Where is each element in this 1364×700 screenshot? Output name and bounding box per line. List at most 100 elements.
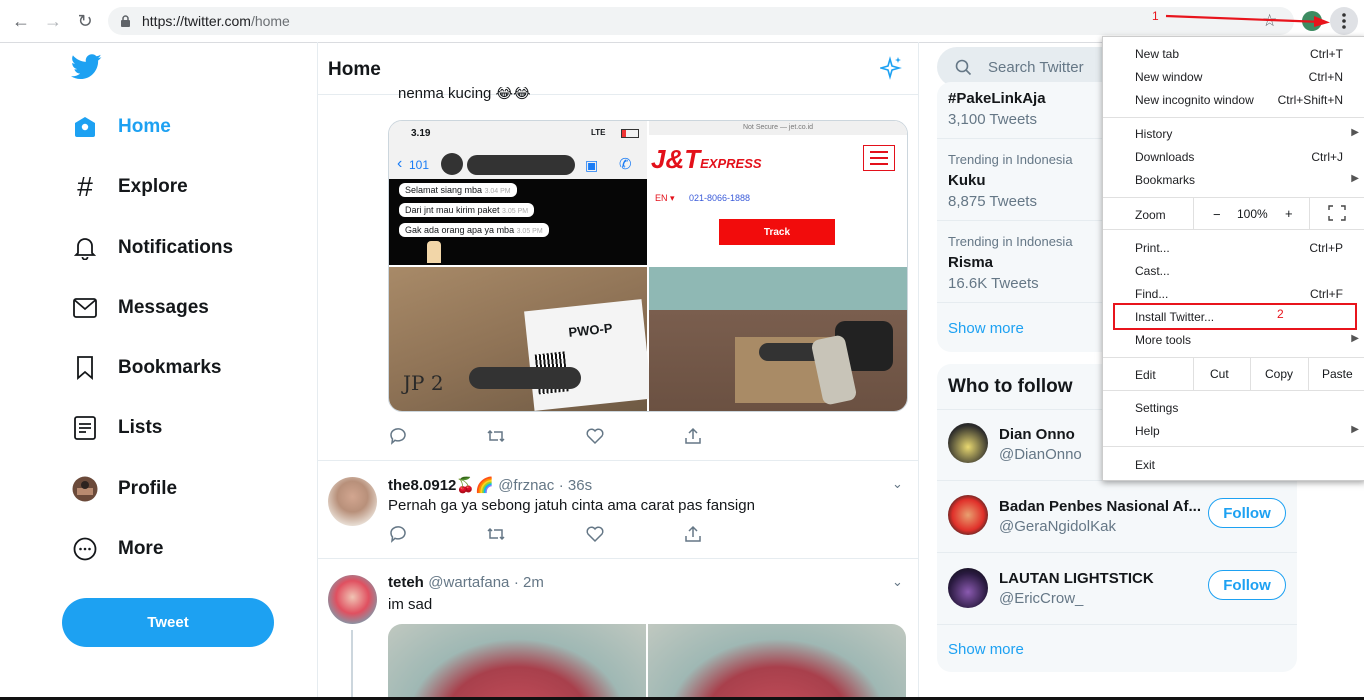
nav-bookmarks[interactable]: Bookmarks (72, 348, 222, 388)
fullscreen-icon[interactable] (1328, 205, 1346, 221)
menu-find[interactable]: Find... (1135, 287, 1168, 301)
trends-show-more-link[interactable]: Show more (948, 320, 1024, 337)
nav-explore[interactable]: # Explore (72, 167, 188, 207)
tweet-button[interactable]: Tweet (62, 598, 274, 647)
selfie-photo-image[interactable] (388, 624, 646, 700)
tweet-divider (318, 558, 918, 559)
follow-show-more-link[interactable]: Show more (948, 641, 1024, 658)
reply-icon[interactable] (388, 426, 408, 446)
tweet-media-grid[interactable] (388, 624, 906, 700)
jnt-website-image[interactable]: Not Secure — jet.co.id J&TEXPRESS EN ▾ 0… (649, 121, 907, 265)
chevron-down-icon[interactable]: ⌄ (892, 574, 903, 590)
lock-icon (121, 15, 130, 27)
twitter-logo-icon[interactable] (71, 54, 102, 80)
follow-button[interactable]: Follow (1208, 498, 1286, 528)
jnt-lang: EN ▾ (655, 193, 675, 203)
retweet-icon[interactable] (486, 524, 506, 544)
menu-new-tab[interactable]: New tab (1135, 47, 1179, 61)
doorstep-photo-image[interactable] (649, 267, 907, 411)
envelope-icon (72, 295, 98, 321)
menu-cast[interactable]: Cast... (1135, 264, 1170, 278)
nav-profile[interactable]: Profile (72, 469, 177, 509)
chrome-menu-button[interactable] (1330, 7, 1358, 35)
nav-home-label: Home (118, 116, 171, 137)
share-icon[interactable] (683, 426, 703, 446)
more-dots-circle-icon (72, 536, 98, 562)
phone-call-icon: ✆ (619, 156, 632, 173)
menu-settings[interactable]: Settings (1135, 401, 1178, 415)
tweet-timestamp[interactable]: · 36s (559, 477, 592, 494)
tweet-author-handle[interactable]: @frznac (498, 477, 554, 494)
menu-more-tools[interactable]: More tools (1135, 333, 1191, 347)
tweet-author-name[interactable]: the8.0912🍒🌈 (388, 477, 494, 494)
menu-paste-button[interactable]: Paste (1322, 367, 1353, 381)
forward-arrow-icon[interactable]: → (42, 10, 64, 32)
follow-name[interactable]: Dian Onno (999, 426, 1075, 443)
tweet-author-avatar[interactable] (328, 477, 377, 526)
menu-bookmarks[interactable]: Bookmarks (1135, 173, 1195, 187)
chat-network: LTE (591, 128, 606, 137)
selfie-photo-image[interactable] (648, 624, 906, 700)
address-bar[interactable]: https://twitter.com/home ☆ (108, 7, 1294, 35)
follow-avatar[interactable] (948, 495, 988, 535)
jnt-track-button: Track (719, 219, 835, 245)
nav-notifications[interactable]: Notifications (72, 228, 233, 268)
nav-more[interactable]: More (72, 529, 163, 569)
url-path: /home (250, 13, 290, 29)
sparkle-icon[interactable] (880, 56, 902, 80)
like-heart-icon[interactable] (585, 426, 605, 446)
chat-screenshot-image[interactable]: 3.19 LTE ‹ 101 ▣ ✆ Selamat siang mba 3.0… (389, 121, 647, 265)
trend-title[interactable]: #PakeLinkAja (948, 90, 1046, 107)
like-heart-icon[interactable] (585, 524, 605, 544)
kebab-menu-icon (1342, 13, 1346, 29)
retweet-icon[interactable] (486, 426, 506, 446)
zoom-in-button[interactable]: + (1285, 206, 1293, 221)
menu-new-window-shortcut: Ctrl+N (1308, 70, 1343, 84)
menu-separator (1103, 229, 1364, 230)
menu-exit[interactable]: Exit (1135, 458, 1155, 472)
menu-copy-button[interactable]: Copy (1265, 367, 1293, 381)
tweet-author-handle[interactable]: @wartafana (428, 574, 509, 591)
follow-name[interactable]: Badan Penbes Nasional Af... (999, 498, 1201, 515)
chat-message-1-time: 3.04 PM (484, 188, 511, 195)
nav-lists-label: Lists (118, 417, 163, 438)
menu-help[interactable]: Help (1135, 424, 1160, 438)
trend-title[interactable]: Kuku (948, 172, 986, 189)
menu-new-window[interactable]: New window (1135, 70, 1202, 84)
zoom-out-button[interactable]: − (1213, 207, 1221, 222)
redacted-contact-name (467, 155, 575, 175)
tweet-media-grid[interactable]: 3.19 LTE ‹ 101 ▣ ✆ Selamat siang mba 3.0… (388, 120, 908, 412)
search-icon (955, 59, 972, 76)
tweet-author-name[interactable]: teteh (388, 574, 424, 591)
reply-icon[interactable] (388, 524, 408, 544)
tweet-timestamp[interactable]: · 2m (514, 574, 544, 591)
search-placeholder: Search Twitter (988, 59, 1084, 76)
tweet-button-label: Tweet (147, 614, 189, 631)
menu-new-incognito-window[interactable]: New incognito window (1135, 93, 1254, 107)
nav-messages[interactable]: Messages (72, 288, 209, 328)
menu-separator (1103, 197, 1364, 198)
menu-cut-button[interactable]: Cut (1210, 367, 1229, 381)
tweet-author-avatar[interactable] (328, 575, 377, 624)
nav-lists[interactable]: Lists (72, 408, 162, 448)
trend-title[interactable]: Risma (948, 254, 993, 271)
follow-avatar[interactable] (948, 423, 988, 463)
share-icon[interactable] (683, 524, 703, 544)
nav-home[interactable]: Home (72, 107, 171, 147)
menu-install-twitter[interactable]: Install Twitter... (1135, 310, 1214, 324)
menu-downloads-shortcut: Ctrl+J (1311, 150, 1343, 164)
menu-print[interactable]: Print... (1135, 241, 1170, 255)
follow-avatar[interactable] (948, 568, 988, 608)
menu-downloads[interactable]: Downloads (1135, 150, 1194, 164)
follow-name[interactable]: LAUTAN LIGHTSTICK (999, 570, 1154, 587)
package-photo-image[interactable]: PWO-P JP 2 (389, 267, 652, 411)
chevron-down-icon[interactable]: ⌄ (892, 476, 903, 492)
url-host: https://twitter.com (142, 13, 251, 29)
follow-divider (937, 624, 1297, 625)
timeline-column: Home nenma kucing 😂😂 3.19 LTE ‹ 101 ▣ ✆ … (317, 42, 919, 700)
follow-button[interactable]: Follow (1208, 570, 1286, 600)
follow-handle: @GeraNgidolKak (999, 518, 1116, 535)
back-arrow-icon[interactable]: ← (10, 10, 32, 32)
reload-icon[interactable]: ↻ (74, 10, 96, 32)
menu-history[interactable]: History (1135, 127, 1172, 141)
